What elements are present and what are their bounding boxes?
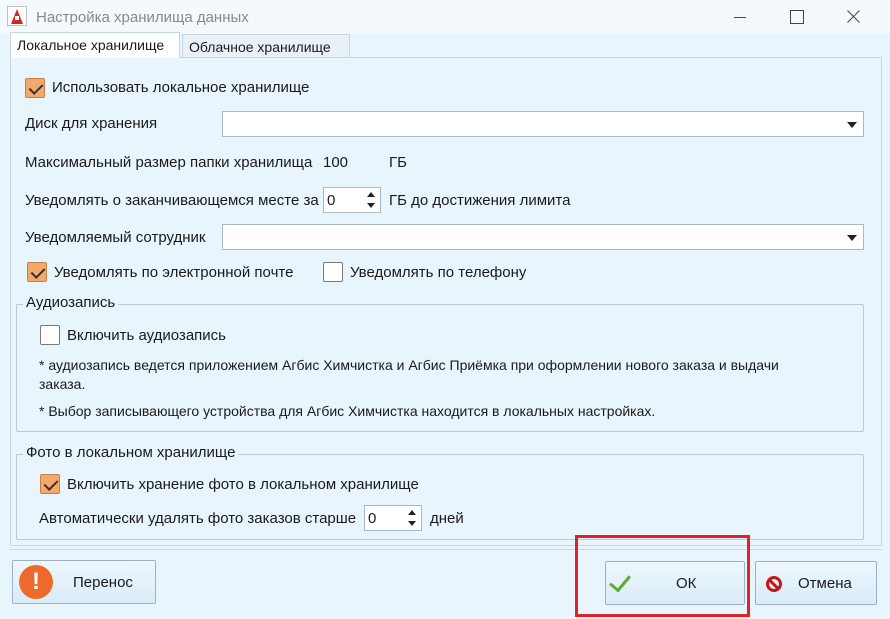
notify-email-label: Уведомлять по электронной почте <box>54 264 294 281</box>
exclamation-icon: ! <box>19 565 53 599</box>
dropdown-arrow-icon[interactable] <box>847 122 857 128</box>
close-button[interactable] <box>827 0 881 34</box>
audio-group-title: Аудиозапись <box>23 294 119 311</box>
window-title: Настройка хранилища данных <box>36 9 249 26</box>
autodelete-label: Автоматически удалять фото заказов старш… <box>39 510 357 527</box>
transfer-button[interactable]: ! Перенос <box>12 560 156 604</box>
max-size-value: 100 <box>323 154 349 171</box>
tab-strip: Локальное хранилище Облачное хранилище <box>10 32 880 58</box>
photo-group: Фото в локальном хранилище <box>16 444 864 540</box>
disk-combobox[interactable] <box>222 111 864 137</box>
max-size-unit: ГБ <box>389 154 407 171</box>
enable-audio-checkbox[interactable] <box>40 325 60 345</box>
autodelete-unit: дней <box>430 510 464 527</box>
audio-note-line1: * аудиозапись ведется приложением Агбис … <box>39 357 779 373</box>
stepper-down-icon[interactable] <box>364 200 378 212</box>
title-bar: Настройка хранилища данных <box>0 0 890 34</box>
tab-local-storage[interactable]: Локальное хранилище <box>10 32 180 58</box>
cancel-button[interactable]: Отмена <box>755 561 877 605</box>
notify-space-label: Уведомлять о заканчивающемся месте за <box>25 192 319 209</box>
use-local-storage-checkbox[interactable] <box>25 78 45 98</box>
minimize-button[interactable] <box>713 0 767 34</box>
app-logo-icon <box>7 6 27 26</box>
notify-space-value: 0 <box>327 192 336 209</box>
audio-note-line2: заказа. <box>39 376 86 392</box>
use-local-storage-label: Использовать локальное хранилище <box>52 79 310 96</box>
tab-cloud-storage[interactable]: Облачное хранилище <box>182 34 350 58</box>
max-size-label: Максимальный размер папки хранилища <box>25 154 313 171</box>
enable-photo-storage-label: Включить хранение фото в локальном храни… <box>67 476 419 493</box>
autodelete-value: 0 <box>368 510 377 527</box>
transfer-button-label: Перенос <box>73 574 133 591</box>
autodelete-stepper[interactable]: 0 <box>364 505 422 531</box>
employee-label: Уведомляемый сотрудник <box>25 229 206 246</box>
cancel-button-label: Отмена <box>798 575 852 592</box>
notify-email-checkbox[interactable] <box>27 262 47 282</box>
enable-photo-storage-checkbox[interactable] <box>40 474 60 494</box>
maximize-button[interactable] <box>769 0 823 34</box>
dropdown-arrow-icon[interactable] <box>847 235 857 241</box>
enable-audio-label: Включить аудиозапись <box>67 327 226 344</box>
notify-phone-checkbox[interactable] <box>323 262 343 282</box>
no-entry-icon <box>766 576 782 592</box>
employee-combobox[interactable] <box>222 224 864 250</box>
bottom-separator <box>10 549 882 550</box>
notify-phone-label: Уведомлять по телефону <box>350 264 527 281</box>
audio-device-note: * Выбор записывающего устройства для Агб… <box>39 403 656 419</box>
photo-group-title: Фото в локальном хранилище <box>23 444 239 461</box>
notify-space-stepper[interactable]: 0 <box>323 187 381 213</box>
disk-label: Диск для хранения <box>25 115 158 132</box>
stepper-down-icon[interactable] <box>405 518 419 530</box>
notify-space-suffix: ГБ до достижения лимита <box>389 192 571 209</box>
ok-highlight-frame <box>575 535 750 617</box>
